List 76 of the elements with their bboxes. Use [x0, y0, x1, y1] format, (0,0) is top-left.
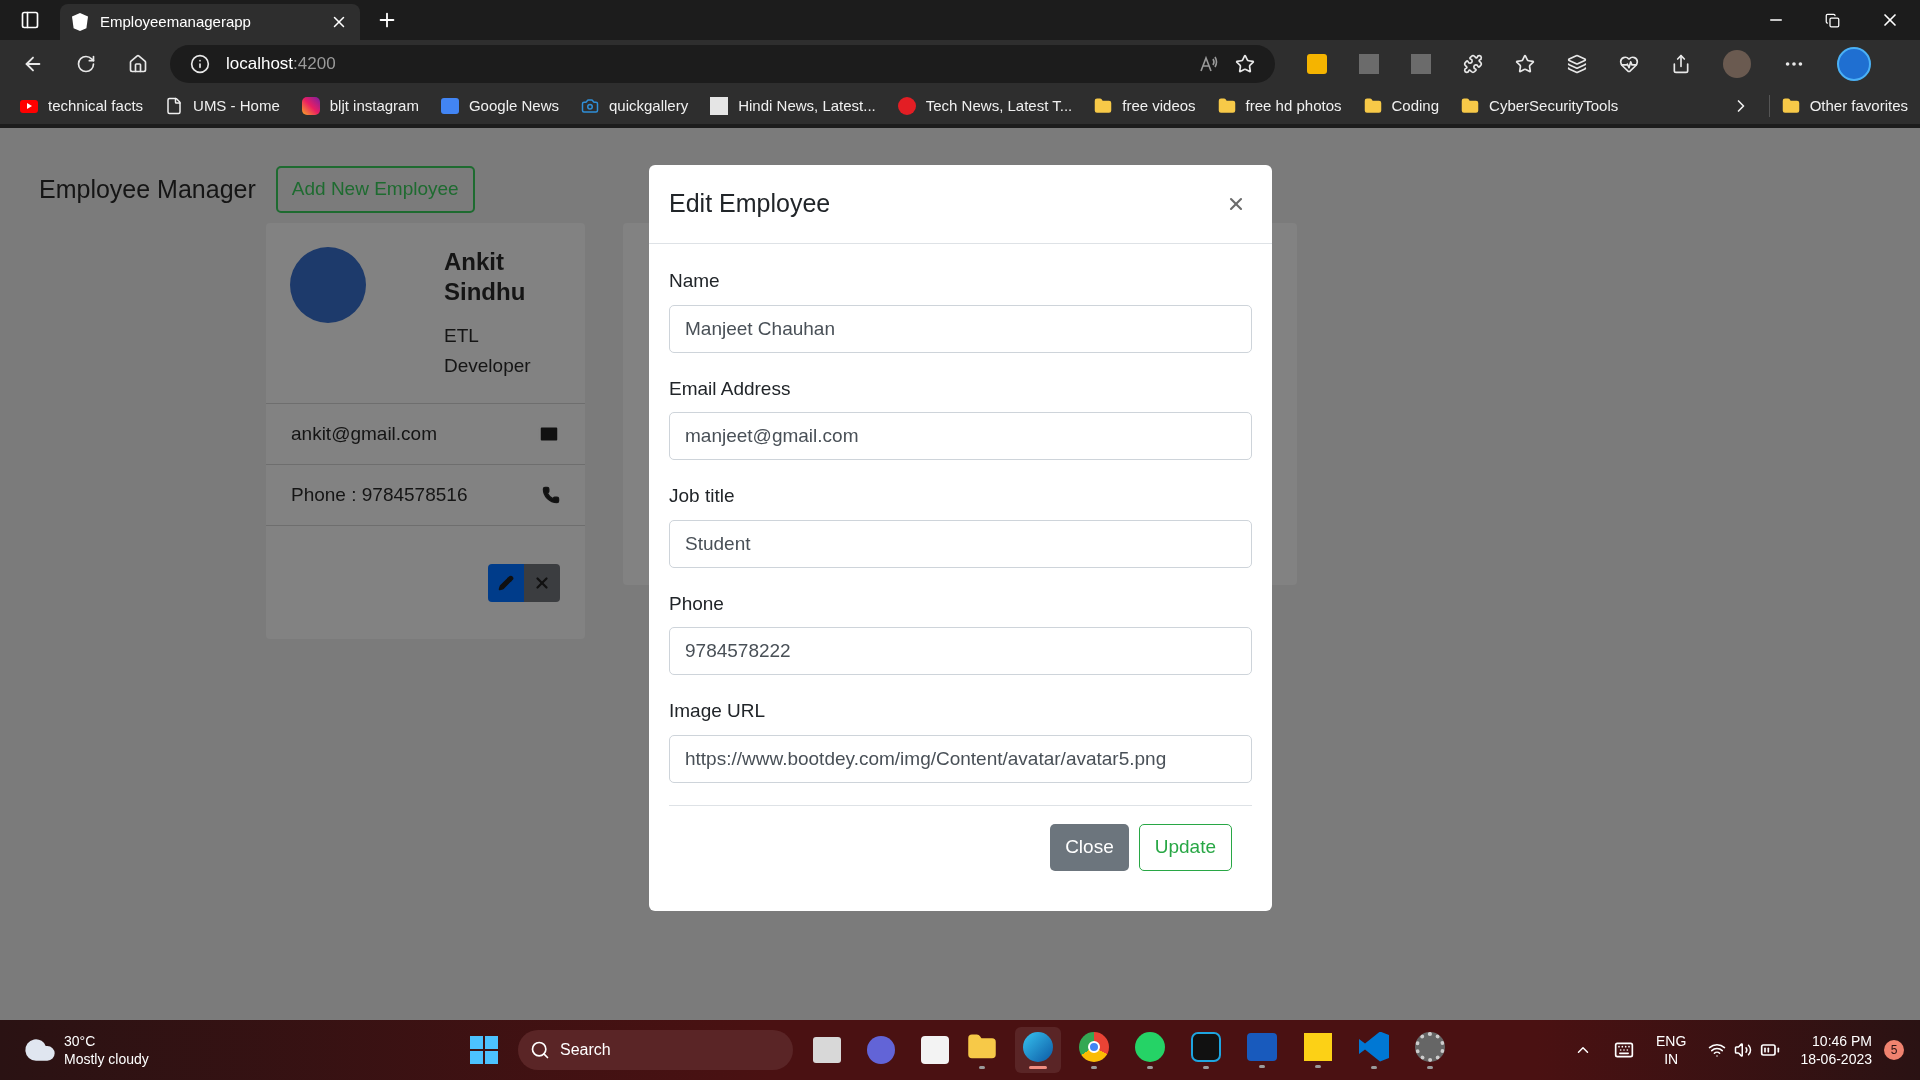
info-icon — [190, 54, 210, 74]
region: IN — [1664, 1050, 1679, 1068]
address-bar[interactable]: localhost:4200 — [170, 45, 1275, 83]
folder-icon — [1461, 97, 1480, 115]
puzzle-icon[interactable] — [1463, 54, 1483, 74]
language: ENG — [1656, 1032, 1687, 1050]
bookmark[interactable]: bljt instagram — [301, 94, 419, 118]
site-icon — [710, 97, 729, 115]
bookmark[interactable]: free hd photos — [1217, 94, 1342, 118]
field-label: Name — [669, 269, 721, 293]
bookmark[interactable]: quickgallery — [581, 94, 689, 118]
folder-icon — [1363, 97, 1382, 115]
bookmark[interactable]: Hindi News, Latest... — [710, 94, 876, 118]
favorites-icon[interactable] — [1515, 54, 1535, 74]
clock-date: 18-06-2023 — [1800, 1050, 1872, 1068]
restore-icon[interactable] — [1825, 12, 1840, 28]
volume-icon[interactable] — [1734, 1041, 1753, 1059]
tab-title: Employeemanagerapp — [100, 11, 252, 32]
app-icon[interactable] — [1191, 1031, 1221, 1062]
bookmark[interactable]: CyberSecurityTools — [1461, 94, 1619, 118]
dialog-title: Edit Employee — [669, 188, 831, 220]
keyboard-icon[interactable] — [1614, 1040, 1635, 1060]
folder-icon — [1217, 97, 1236, 115]
home-icon[interactable] — [128, 54, 148, 74]
logo-icon — [72, 13, 88, 31]
employee-name: Ankit Sindhu — [444, 247, 527, 307]
browser-tab[interactable]: Employeemanagerapp — [60, 4, 360, 40]
bookmark[interactable]: Tech News, Latest T... — [897, 94, 1073, 118]
temperature: 30°C — [64, 1032, 97, 1050]
gear-icon[interactable] — [1415, 1031, 1445, 1062]
page-icon — [165, 97, 184, 115]
input-field[interactable]: manjeet@gmail.com — [669, 412, 1252, 460]
reload-icon[interactable] — [76, 54, 96, 74]
tabs-icon[interactable] — [20, 10, 40, 30]
bookmark[interactable]: UMS - Home — [165, 94, 280, 118]
field-label: Image URL — [669, 699, 767, 723]
phone-icon — [542, 486, 560, 504]
employee-job: ETL Developer — [444, 324, 532, 378]
folder-icon — [1094, 97, 1113, 115]
delete-button[interactable] — [524, 563, 560, 602]
page-title: Employee Manager — [39, 173, 256, 205]
bookmark[interactable]: technical facts — [20, 94, 144, 118]
input-field[interactable]: Student — [669, 519, 1252, 568]
play-icon — [20, 99, 38, 113]
weather-condition: Mostly cloudy — [64, 1050, 149, 1068]
bookmark[interactable]: free videos — [1094, 94, 1196, 118]
url-host: localhost — [226, 53, 294, 76]
url-port: :4200 — [293, 53, 336, 76]
pencil-icon — [498, 574, 514, 591]
bookmark[interactable]: Other favorites — [1768, 94, 1908, 118]
edit-button[interactable] — [488, 563, 524, 602]
folder-icon — [1781, 97, 1800, 115]
field-label: Email Address — [669, 376, 792, 401]
start-icon[interactable] — [470, 1036, 498, 1064]
wifi-icon[interactable] — [1708, 1041, 1727, 1059]
notification-badge[interactable]: 5 — [1884, 1040, 1904, 1060]
note-icon[interactable] — [1304, 1032, 1332, 1061]
input-field[interactable]: https://www.bootdey.com/img/Content/avatar/avatar5.png — [669, 734, 1252, 783]
clock-time: 10:46 PM — [1812, 1032, 1872, 1050]
read-aloud-icon[interactable] — [1199, 54, 1219, 74]
close-button[interactable]: Close — [1050, 823, 1129, 871]
taskbar-app[interactable] — [1015, 1027, 1061, 1073]
search-field[interactable]: Search — [518, 1030, 793, 1070]
favorite-icon[interactable] — [1235, 54, 1255, 74]
share-icon[interactable] — [1671, 54, 1691, 74]
search-icon — [530, 1040, 550, 1060]
input-field[interactable]: 9784578222 — [669, 627, 1252, 675]
field-label: Job title — [669, 484, 736, 508]
collections-icon[interactable] — [1567, 54, 1587, 74]
bookmark[interactable]: Google News — [440, 94, 559, 118]
employee-phone: Phone : 9784578516 — [291, 482, 468, 507]
bookmark[interactable]: Coding — [1363, 94, 1440, 118]
field-label: Phone — [669, 591, 725, 616]
employee-email: ankit@gmail.com — [291, 421, 437, 446]
input-field[interactable]: Manjeet Chauhan — [669, 304, 1252, 353]
heart-pulse-icon[interactable] — [1619, 54, 1639, 74]
